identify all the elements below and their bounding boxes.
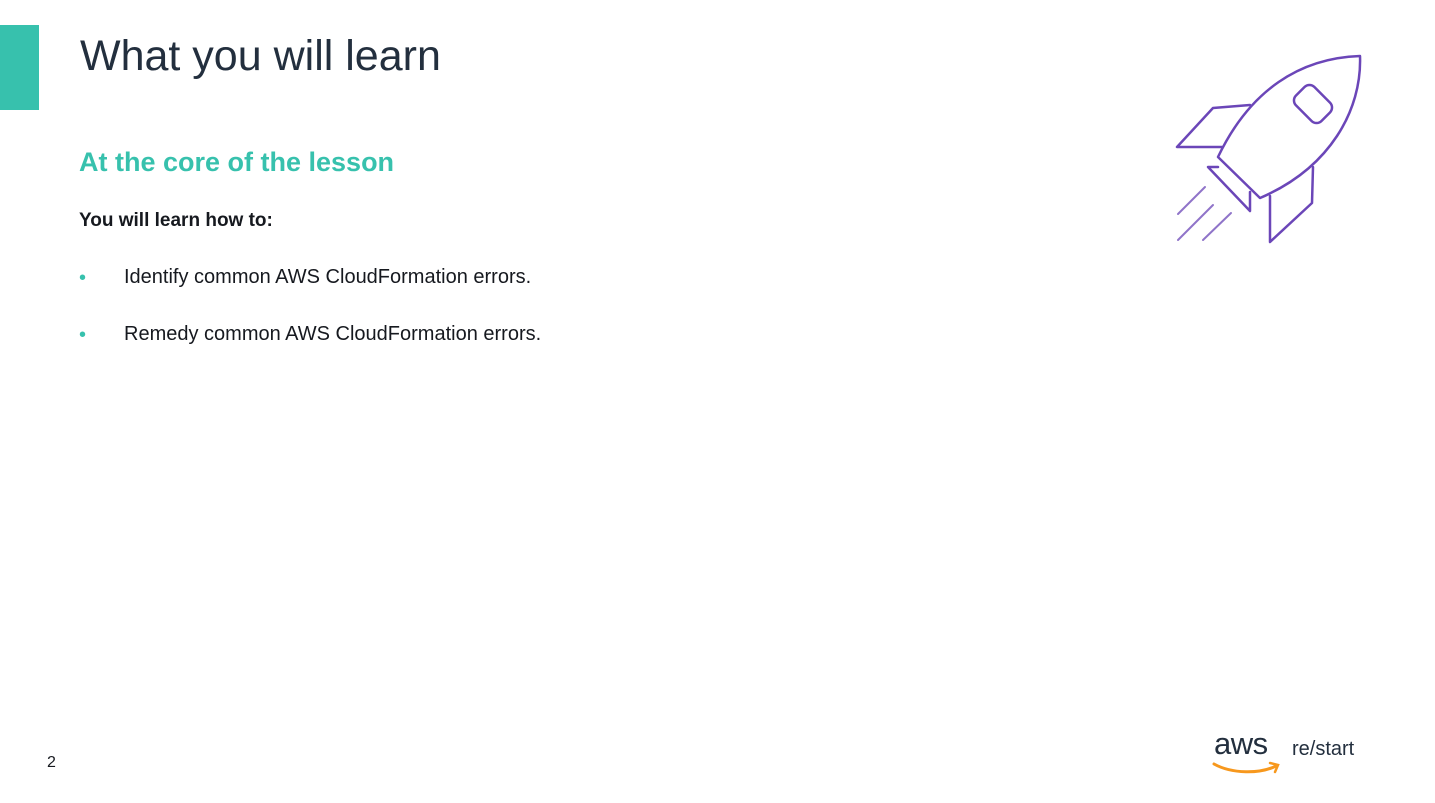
aws-smile-icon	[1212, 761, 1280, 774]
bullet-list: • Identify common AWS CloudFormation erro…	[79, 266, 541, 380]
restart-logo-text: re/start	[1292, 738, 1355, 760]
aws-logo-text: aws	[1214, 726, 1268, 761]
rocket-icon	[1175, 54, 1362, 244]
page-number: 2	[47, 754, 56, 771]
aws-restart-logo: aws re/start	[1212, 726, 1372, 782]
bullet-text: Remedy common AWS CloudFormation errors.	[124, 323, 542, 345]
bullet-icon: •	[79, 324, 87, 346]
list-item: • Remedy common AWS CloudFormation errors…	[79, 323, 541, 380]
